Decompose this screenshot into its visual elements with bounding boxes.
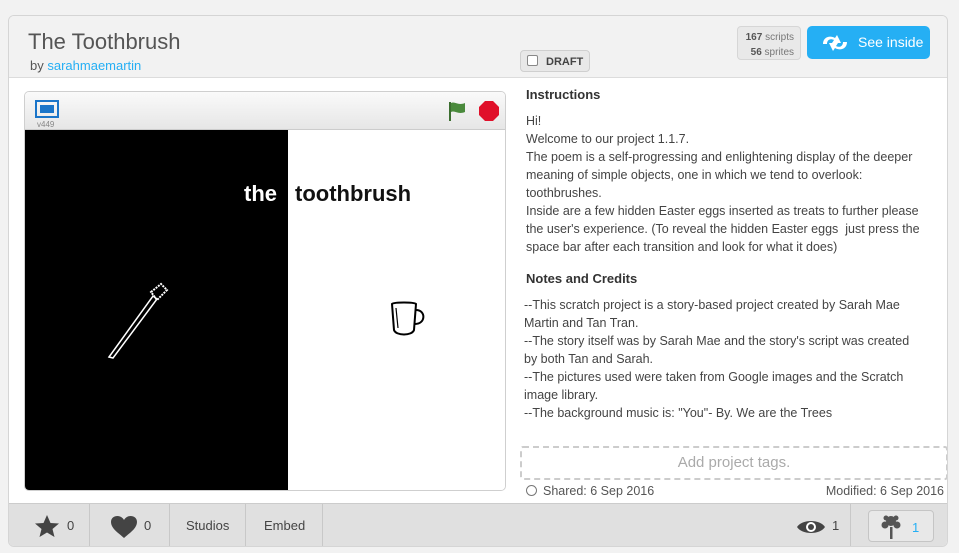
remix-tree-button[interactable]: 1 <box>868 510 934 542</box>
instructions-line: toothbrushes. <box>526 186 602 200</box>
project-header: The Toothbrush by sarahmaemartin DRAFT 1… <box>9 16 947 78</box>
project-stage[interactable]: the toothbrush <box>25 130 505 490</box>
instructions-line: meaning of simple objects, one in which … <box>526 168 863 182</box>
draft-checkbox[interactable] <box>527 55 538 66</box>
player-version: v449 <box>37 120 55 129</box>
instructions-line: Hi! <box>526 114 542 128</box>
notes-line: --This scratch project is a story-based … <box>524 298 900 312</box>
favorite-count: 0 <box>67 518 75 533</box>
project-footer: 0 0 Studios Embed 1 1 <box>9 503 947 546</box>
studios-button[interactable]: Studios <box>170 504 246 546</box>
notes-line: image library. <box>524 388 599 402</box>
notes-line: --The background music is: "You"- By. We… <box>524 406 833 420</box>
favorite-button[interactable]: 0 <box>9 504 90 546</box>
shared-date: Shared: 6 Sep 2016 <box>526 484 654 498</box>
by-prefix: by <box>30 58 44 73</box>
scripts-count: 167 <box>745 32 763 43</box>
love-button[interactable]: 0 <box>90 504 170 546</box>
see-inside-button[interactable]: See inside <box>807 26 930 59</box>
instructions-line: space bar after each transition and look… <box>526 240 838 254</box>
embed-label: Embed <box>264 518 306 533</box>
stage-word-the: the <box>244 181 277 206</box>
views-count: 1 <box>832 518 840 533</box>
sprites-count: 56 <box>750 47 762 58</box>
instructions-section: Instructions Hi! Welcome to our project … <box>526 86 944 256</box>
instructions-title: Instructions <box>526 87 601 102</box>
stage-word-toothbrush: toothbrush <box>295 181 412 206</box>
fullscreen-icon[interactable] <box>35 100 59 118</box>
remix-count: 1 <box>912 520 920 535</box>
draft-toggle[interactable]: DRAFT <box>520 50 590 72</box>
heart-icon <box>111 516 137 538</box>
modified-date: Modified: 6 Sep 2016 <box>825 484 944 498</box>
star-icon <box>35 515 59 537</box>
notes-line: by both Tan and Sarah. <box>524 352 654 366</box>
notes-line: --The pictures used were taken from Goog… <box>524 370 904 384</box>
instructions-line: Inside are a few hidden Easter eggs inse… <box>526 204 919 218</box>
toothbrush-sprite <box>107 282 169 359</box>
instructions-line: The poem is a self-progressing and enlig… <box>526 150 913 164</box>
project-player: v449 the toothbrush <box>24 91 506 491</box>
project-title: The Toothbrush <box>28 29 181 54</box>
notes-title: Notes and Credits <box>526 271 638 286</box>
stop-icon[interactable] <box>478 100 500 122</box>
views-counter: 1 <box>796 504 851 546</box>
draft-label: DRAFT <box>546 56 584 68</box>
notes-line: Martin and Tan Tran. <box>524 316 639 330</box>
instructions-line: Welcome to our project 1.1.7. <box>526 132 690 146</box>
remix-tree-icon <box>881 515 901 539</box>
scripts-label: scripts <box>765 32 794 43</box>
mug-sprite <box>390 301 425 336</box>
embed-button[interactable]: Embed <box>246 504 323 546</box>
studios-label: Studios <box>186 518 230 533</box>
shared-text: Shared: 6 Sep 2016 <box>543 484 655 498</box>
notes-line: --The story itself was by Sarah Mae and … <box>524 334 910 348</box>
clock-icon <box>526 485 537 496</box>
notes-section: Notes and Credits --This scratch project… <box>524 270 944 422</box>
project-stats: 167 scripts 56 sprites <box>737 26 801 60</box>
eye-icon <box>797 521 825 533</box>
author-link[interactable]: sarahmaemartin <box>47 58 141 73</box>
add-tags-input[interactable]: Add project tags. <box>520 446 947 480</box>
green-flag-icon[interactable] <box>446 100 468 122</box>
project-details: Instructions Hi! Welcome to our project … <box>520 78 947 546</box>
see-inside-label: See inside <box>858 34 924 50</box>
project-card: The Toothbrush by sarahmaemartin DRAFT 1… <box>8 15 948 547</box>
byline: by sarahmaemartin <box>30 58 141 73</box>
instructions-line: the user's experience. (To reveal the hi… <box>526 222 920 236</box>
love-count: 0 <box>144 518 152 533</box>
player-controls: v449 <box>25 92 505 130</box>
see-inside-icon <box>823 35 847 51</box>
sprites-label: sprites <box>764 47 794 58</box>
